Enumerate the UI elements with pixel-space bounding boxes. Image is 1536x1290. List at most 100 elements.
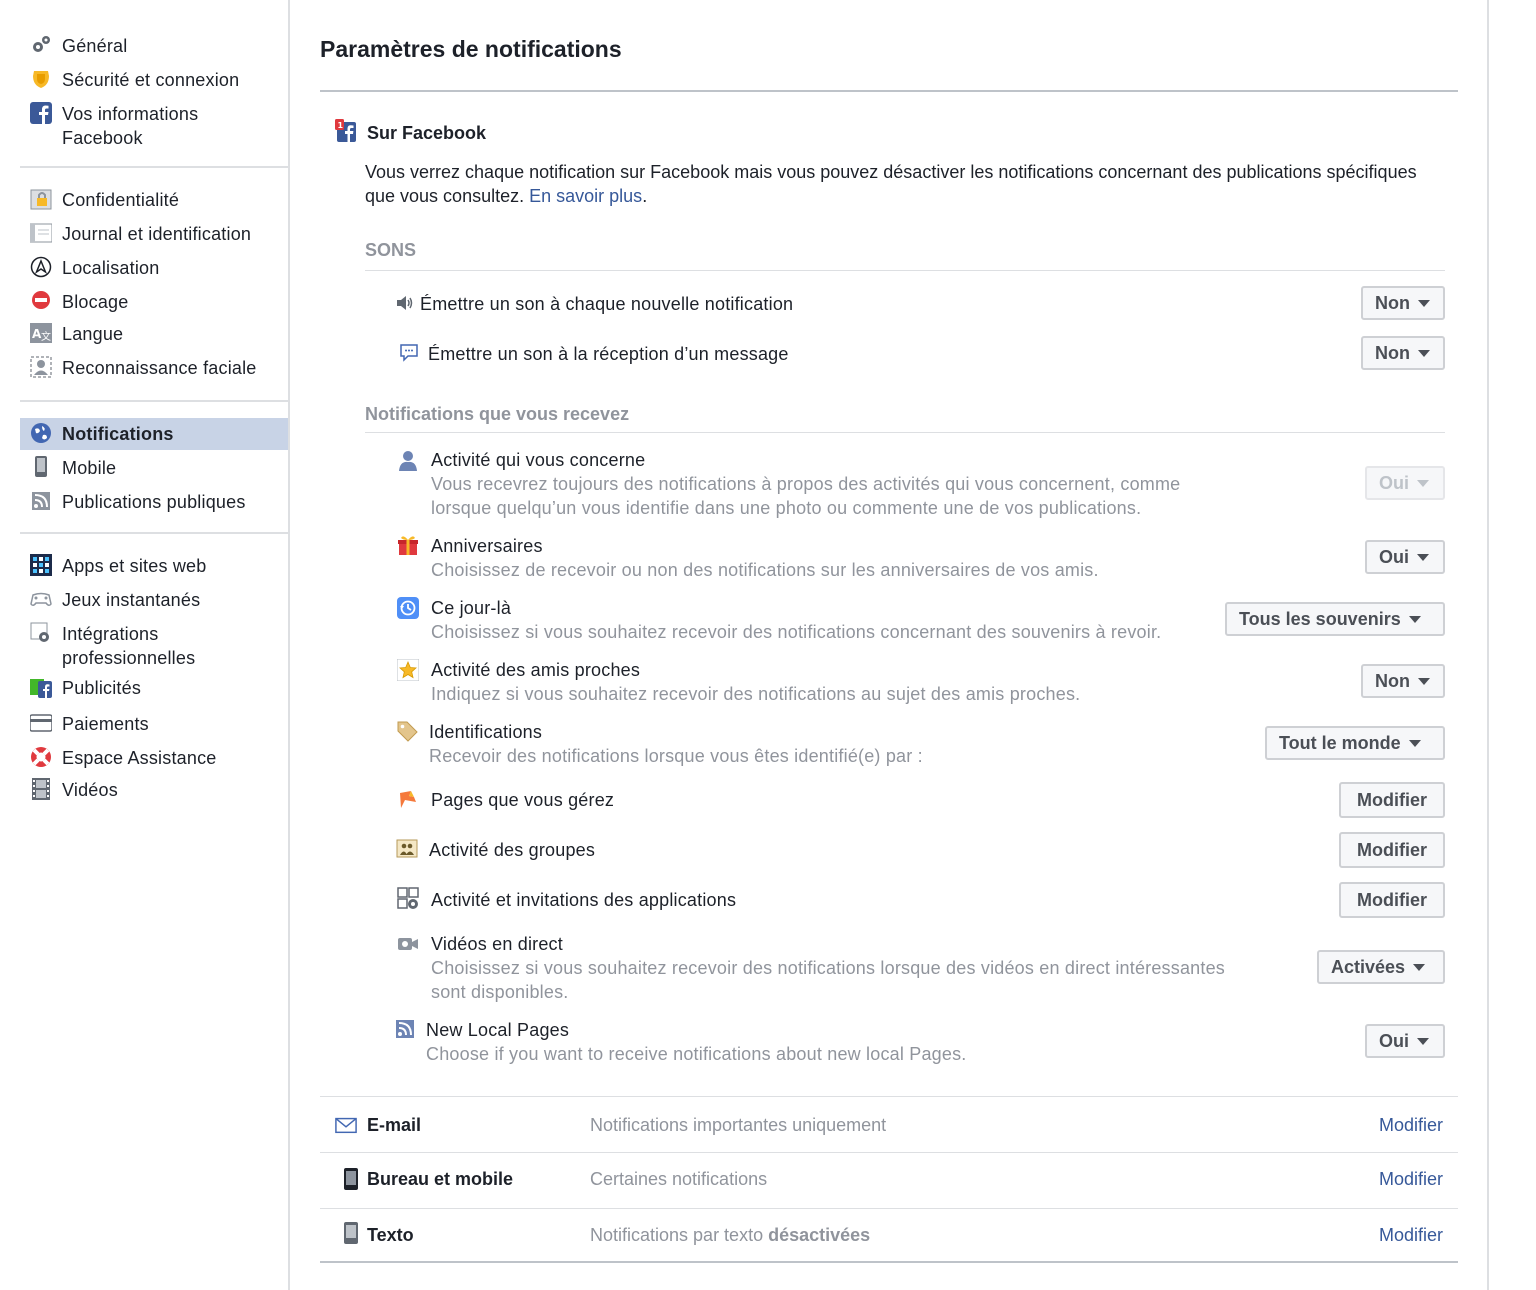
chat-icon — [398, 342, 420, 364]
sidebar-item-blocking[interactable]: Blocage — [20, 290, 288, 322]
ads-icon — [30, 676, 52, 698]
sidebar-item-label: Général — [62, 36, 128, 56]
activity-about-you-desc-line2: lorsque quelqu’un vous identifie dans un… — [431, 498, 1142, 518]
channel-desktop-mobile-edit-link[interactable]: Modifier — [1379, 1169, 1443, 1190]
sidebar-item-business-integrations[interactable]: Intégrations professionnelles — [20, 622, 288, 672]
sidebar-item-face-recognition[interactable]: Reconnaissance faciale — [20, 356, 288, 388]
app-activity-title: Activité et invitations des applications — [431, 890, 737, 910]
sidebar-item-ads[interactable]: Publicités — [20, 676, 288, 708]
lifebuoy-icon — [30, 746, 52, 768]
sidebar-item-apps[interactable]: Apps et sites web — [20, 554, 288, 586]
sound-new-message-dropdown[interactable]: Non — [1361, 336, 1445, 370]
channel-desktop-mobile-desc: Certaines notifications — [590, 1169, 768, 1189]
sidebar-item-location[interactable]: Localisation — [20, 256, 288, 288]
birthdays-dropdown[interactable]: Oui — [1365, 540, 1445, 574]
sidebar-item-videos[interactable]: Vidéos — [20, 778, 288, 810]
face-icon — [30, 356, 52, 378]
sidebar-item-label-line2: Facebook — [62, 128, 143, 148]
channel-email-edit-link[interactable]: Modifier — [1379, 1115, 1443, 1136]
sidebar-item-privacy[interactable]: Confidentialité — [20, 188, 288, 220]
sidebar-item-label: Intégrations — [62, 624, 159, 644]
sound-new-notification-dropdown[interactable]: Non — [1361, 286, 1445, 320]
sidebar-item-security[interactable]: Sécurité et connexion — [20, 68, 288, 100]
new-local-pages-title: New Local Pages — [426, 1020, 570, 1040]
sidebar-item-label: Vos informations — [62, 104, 199, 124]
film-icon — [30, 778, 52, 800]
channel-sms-edit-link[interactable]: Modifier — [1379, 1225, 1443, 1246]
new-local-pages-dropdown[interactable]: Oui — [1365, 1024, 1445, 1058]
sidebar-item-notifications[interactable]: Notifications — [20, 418, 288, 450]
sidebar-item-label: Espace Assistance — [62, 748, 217, 768]
sidebar-item-instant-games[interactable]: Jeux instantanés — [20, 588, 288, 620]
learn-more-link[interactable]: En savoir plus — [529, 186, 642, 206]
on-this-day-desc: Choisissez si vous souhaitez recevoir de… — [431, 622, 1162, 642]
section-header-on-facebook: Sur Facebook — [367, 123, 487, 143]
sound-new-message-label: Émettre un son à la réception d’un messa… — [428, 344, 789, 364]
facebook-notification-icon: 1 — [335, 119, 357, 142]
sidebar-item-label: Confidentialité — [62, 190, 180, 210]
channel-sms-label: Texto — [367, 1225, 414, 1245]
chevron-down-icon — [1418, 299, 1430, 307]
timeline-icon — [30, 222, 52, 244]
page-title: Paramètres de notifications — [320, 36, 622, 62]
person-icon — [397, 449, 419, 471]
on-this-day-dropdown[interactable]: Tous les souvenirs — [1225, 602, 1445, 636]
sidebar-item-label: Paiements — [62, 714, 149, 734]
tags-dropdown[interactable]: Tout le monde — [1265, 726, 1445, 760]
sidebar-item-label: Publications publiques — [62, 492, 246, 512]
tag-icon — [396, 720, 418, 742]
speaker-icon — [394, 292, 416, 314]
chevron-down-icon — [1417, 1037, 1429, 1045]
sms-status: désactivées — [768, 1225, 871, 1245]
card-icon — [30, 712, 52, 734]
sidebar-item-mobile[interactable]: Mobile — [20, 456, 288, 488]
sidebar-item-language[interactable]: A文 Langue — [20, 322, 288, 354]
chevron-down-icon — [1417, 553, 1429, 561]
gamepad-icon — [30, 588, 52, 610]
sidebar-item-label: Localisation — [62, 258, 160, 278]
dropdown-value: Tous les souvenirs — [1239, 608, 1401, 629]
close-friends-dropdown[interactable]: Non — [1361, 664, 1445, 698]
title-divider — [320, 90, 1458, 92]
history-icon — [397, 597, 419, 619]
group-activity-edit-button[interactable]: Modifier — [1339, 832, 1445, 868]
live-videos-dropdown[interactable]: Activées — [1317, 950, 1445, 984]
chevron-down-icon — [1418, 677, 1430, 685]
activity-about-you-dropdown: Oui — [1365, 466, 1445, 500]
dropdown-value: Non — [1375, 342, 1410, 363]
sms-desc-text: Notifications par texto — [590, 1225, 769, 1245]
sidebar-item-your-facebook-info[interactable]: Vos informations Facebook — [20, 102, 288, 152]
apps-icon — [30, 554, 52, 576]
pages-you-manage-edit-button[interactable]: Modifier — [1339, 782, 1445, 818]
sidebar-item-public-posts[interactable]: Publications publiques — [20, 490, 288, 522]
sidebar-item-label: Journal et identification — [62, 224, 252, 244]
channels-divider — [320, 1096, 1458, 1097]
channel-email-label: E-mail — [367, 1115, 422, 1135]
sidebar-item-label: Apps et sites web — [62, 556, 207, 576]
sidebar-item-timeline[interactable]: Journal et identification — [20, 222, 288, 254]
sidebar-item-label: Reconnaissance faciale — [62, 358, 257, 378]
sidebar-item-payments[interactable]: Paiements — [20, 712, 288, 744]
sidebar-divider — [20, 166, 290, 168]
svg-text:1: 1 — [338, 121, 344, 130]
sound-new-notification-label: Émettre un son à chaque nouvelle notific… — [420, 294, 794, 314]
sidebar-item-label: Jeux instantanés — [62, 590, 201, 610]
received-divider — [365, 432, 1445, 433]
activity-about-you-title: Activité qui vous concerne — [431, 450, 646, 470]
dropdown-value: Activées — [1331, 956, 1406, 977]
chevron-down-icon — [1417, 479, 1429, 487]
sidebar-item-label: Blocage — [62, 292, 129, 312]
bottom-divider — [320, 1261, 1458, 1263]
sidebar-item-label: Mobile — [62, 458, 117, 478]
sidebar-item-general[interactable]: Général — [20, 34, 288, 66]
sidebar-divider — [20, 532, 290, 534]
channels-divider — [320, 1152, 1458, 1153]
app-activity-edit-button[interactable]: Modifier — [1339, 882, 1445, 918]
activity-about-you-desc: Vous recevrez toujours des notifications… — [431, 474, 1181, 494]
sidebar-item-support[interactable]: Espace Assistance — [20, 746, 288, 778]
badge-icon — [30, 68, 52, 90]
description-period: . — [642, 186, 648, 206]
sidebar-item-label: Publicités — [62, 678, 142, 698]
section-description: Vous verrez chaque notification sur Face… — [365, 160, 1445, 208]
mobile-icon — [30, 456, 52, 478]
